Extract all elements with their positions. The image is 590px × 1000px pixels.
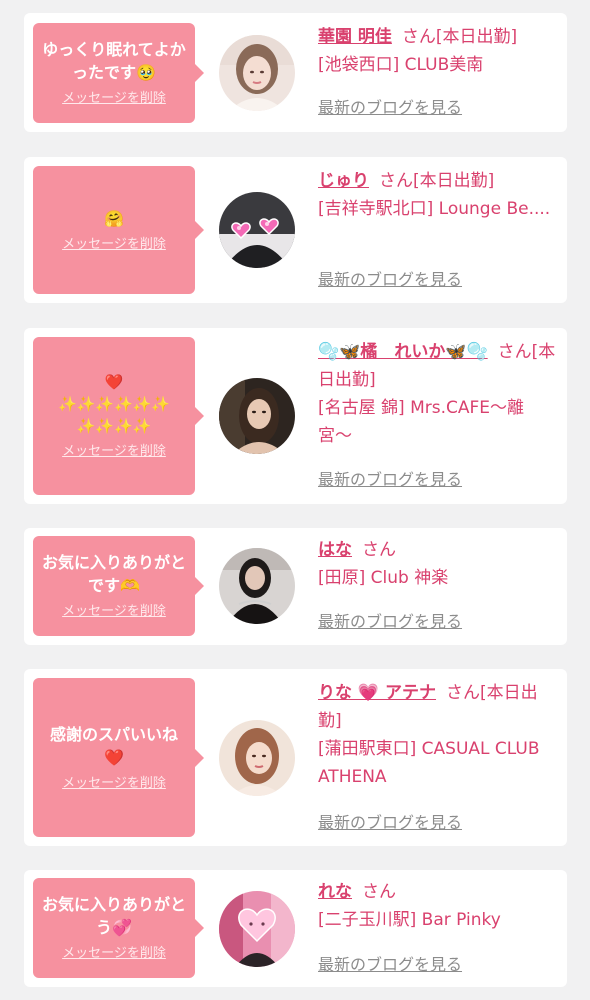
shop-name: [吉祥寺駅北口] Lounge Be.... xyxy=(318,199,551,219)
message-text: ゆっくり眠れてよかったです🥹 xyxy=(42,40,186,82)
girl-info: じゅり さん[本日出勤] [吉祥寺駅北口] Lounge Be.... xyxy=(318,167,557,223)
girl-info: れな さん [二子玉川駅] Bar Pinky xyxy=(318,878,557,934)
avatar[interactable] xyxy=(219,192,295,268)
girl-info: はな さん [田原] Club 神楽 xyxy=(318,536,557,592)
favorite-card: ゆっくり眠れてよかったです🥹 メッセージを削除 華園 明佳 さん[本日出勤] [池… xyxy=(24,13,567,132)
girl-status: さん[本日出勤] xyxy=(379,171,495,191)
favorite-card: お気に入りありがとです🫶 メッセージを削除 はな さん [田原] Club 神楽 … xyxy=(24,528,567,645)
message-text: 🤗 xyxy=(104,208,124,228)
message-text: お気に入りありがとです🫶 xyxy=(41,553,186,595)
girl-info: りな 💗 アテナ さん[本日出勤] [蒲田駅東口] CASUAL CLUB ATH… xyxy=(318,679,557,791)
shop-name: [田原] Club 神楽 xyxy=(318,568,449,588)
girl-name-link[interactable]: 🫧🦋橘 れいか🦋🫧 xyxy=(318,342,488,362)
girl-name-link[interactable]: りな 💗 アテナ xyxy=(318,683,436,703)
latest-blog-link[interactable]: 最新のブログを見る xyxy=(318,611,462,633)
girl-name-link[interactable]: じゅり xyxy=(318,171,369,191)
girl-status: さん[本日出勤] xyxy=(401,27,518,47)
message-text: 感謝のスパいいね❤️ xyxy=(49,724,178,767)
girl-info: 華園 明佳 さん[本日出勤] [池袋西口] CLUB美南 xyxy=(318,23,557,79)
girl-name-link[interactable]: れな xyxy=(318,882,352,902)
shop-name: [二子玉川駅] Bar Pinky xyxy=(318,910,501,930)
latest-blog-link[interactable]: 最新のブログを見る xyxy=(318,469,462,491)
delete-message-link[interactable]: メッセージを削除 xyxy=(62,945,166,963)
message-bubble: お気に入りありがとです🫶 メッセージを削除 xyxy=(33,536,204,636)
avatar[interactable] xyxy=(219,378,295,454)
favorites-list: ゆっくり眠れてよかったです🥹 メッセージを削除 華園 明佳 さん[本日出勤] [池… xyxy=(0,0,590,1000)
favorite-card: お気に入りありがとう💞 メッセージを削除 れな さん [二子玉川駅] Bar Pi… xyxy=(24,870,567,987)
message-bubble: 感謝のスパいいね❤️ メッセージを削除 xyxy=(33,678,204,837)
favorite-card: 感謝のスパいいね❤️ メッセージを削除 りな 💗 アテナ さん[本日出勤] [蒲田… xyxy=(24,669,567,846)
message-bubble: ❤️ ✨✨✨✨✨✨ ✨✨✨✨ メッセージを削除 xyxy=(33,337,204,495)
favorite-card: ❤️ ✨✨✨✨✨✨ ✨✨✨✨ メッセージを削除 🫧🦋橘 れいか🦋🫧 さん[本日出勤… xyxy=(24,328,567,504)
message-text: お気に入りありがとう💞 xyxy=(41,895,186,937)
message-bubble: 🤗 メッセージを削除 xyxy=(33,166,204,294)
shop-name: [池袋西口] CLUB美南 xyxy=(318,55,484,75)
girl-status: さん xyxy=(362,540,396,560)
delete-message-link[interactable]: メッセージを削除 xyxy=(62,90,166,108)
latest-blog-link[interactable]: 最新のブログを見る xyxy=(318,954,462,976)
latest-blog-link[interactable]: 最新のブログを見る xyxy=(318,812,462,834)
delete-message-link[interactable]: メッセージを削除 xyxy=(62,775,166,793)
delete-message-link[interactable]: メッセージを削除 xyxy=(62,443,166,461)
latest-blog-link[interactable]: 最新のブログを見る xyxy=(318,97,462,119)
shop-name: [蒲田駅東口] CASUAL CLUB ATHENA xyxy=(318,739,540,787)
message-bubble: ゆっくり眠れてよかったです🥹 メッセージを削除 xyxy=(33,23,204,123)
girl-info: 🫧🦋橘 れいか🦋🫧 さん[本日出勤] [名古屋 錦] Mrs.CAFE〜離宮〜 xyxy=(318,338,557,450)
girl-status: さん xyxy=(362,882,396,902)
latest-blog-link[interactable]: 最新のブログを見る xyxy=(318,269,462,291)
message-bubble: お気に入りありがとう💞 メッセージを削除 xyxy=(33,878,204,978)
delete-message-link[interactable]: メッセージを削除 xyxy=(62,603,166,621)
avatar[interactable] xyxy=(219,548,295,624)
message-text: ❤️ ✨✨✨✨✨✨ ✨✨✨✨ xyxy=(57,373,171,435)
shop-name: [名古屋 錦] Mrs.CAFE〜離宮〜 xyxy=(318,398,525,446)
favorite-card: 🤗 メッセージを削除 じゅり さん[本日出勤] [吉祥寺駅北口] Lounge B… xyxy=(24,157,567,303)
avatar[interactable] xyxy=(219,891,295,967)
avatar[interactable] xyxy=(219,35,295,111)
girl-name-link[interactable]: はな xyxy=(318,540,352,560)
girl-name-link[interactable]: 華園 明佳 xyxy=(318,27,392,47)
delete-message-link[interactable]: メッセージを削除 xyxy=(62,236,166,254)
avatar[interactable] xyxy=(219,720,295,796)
